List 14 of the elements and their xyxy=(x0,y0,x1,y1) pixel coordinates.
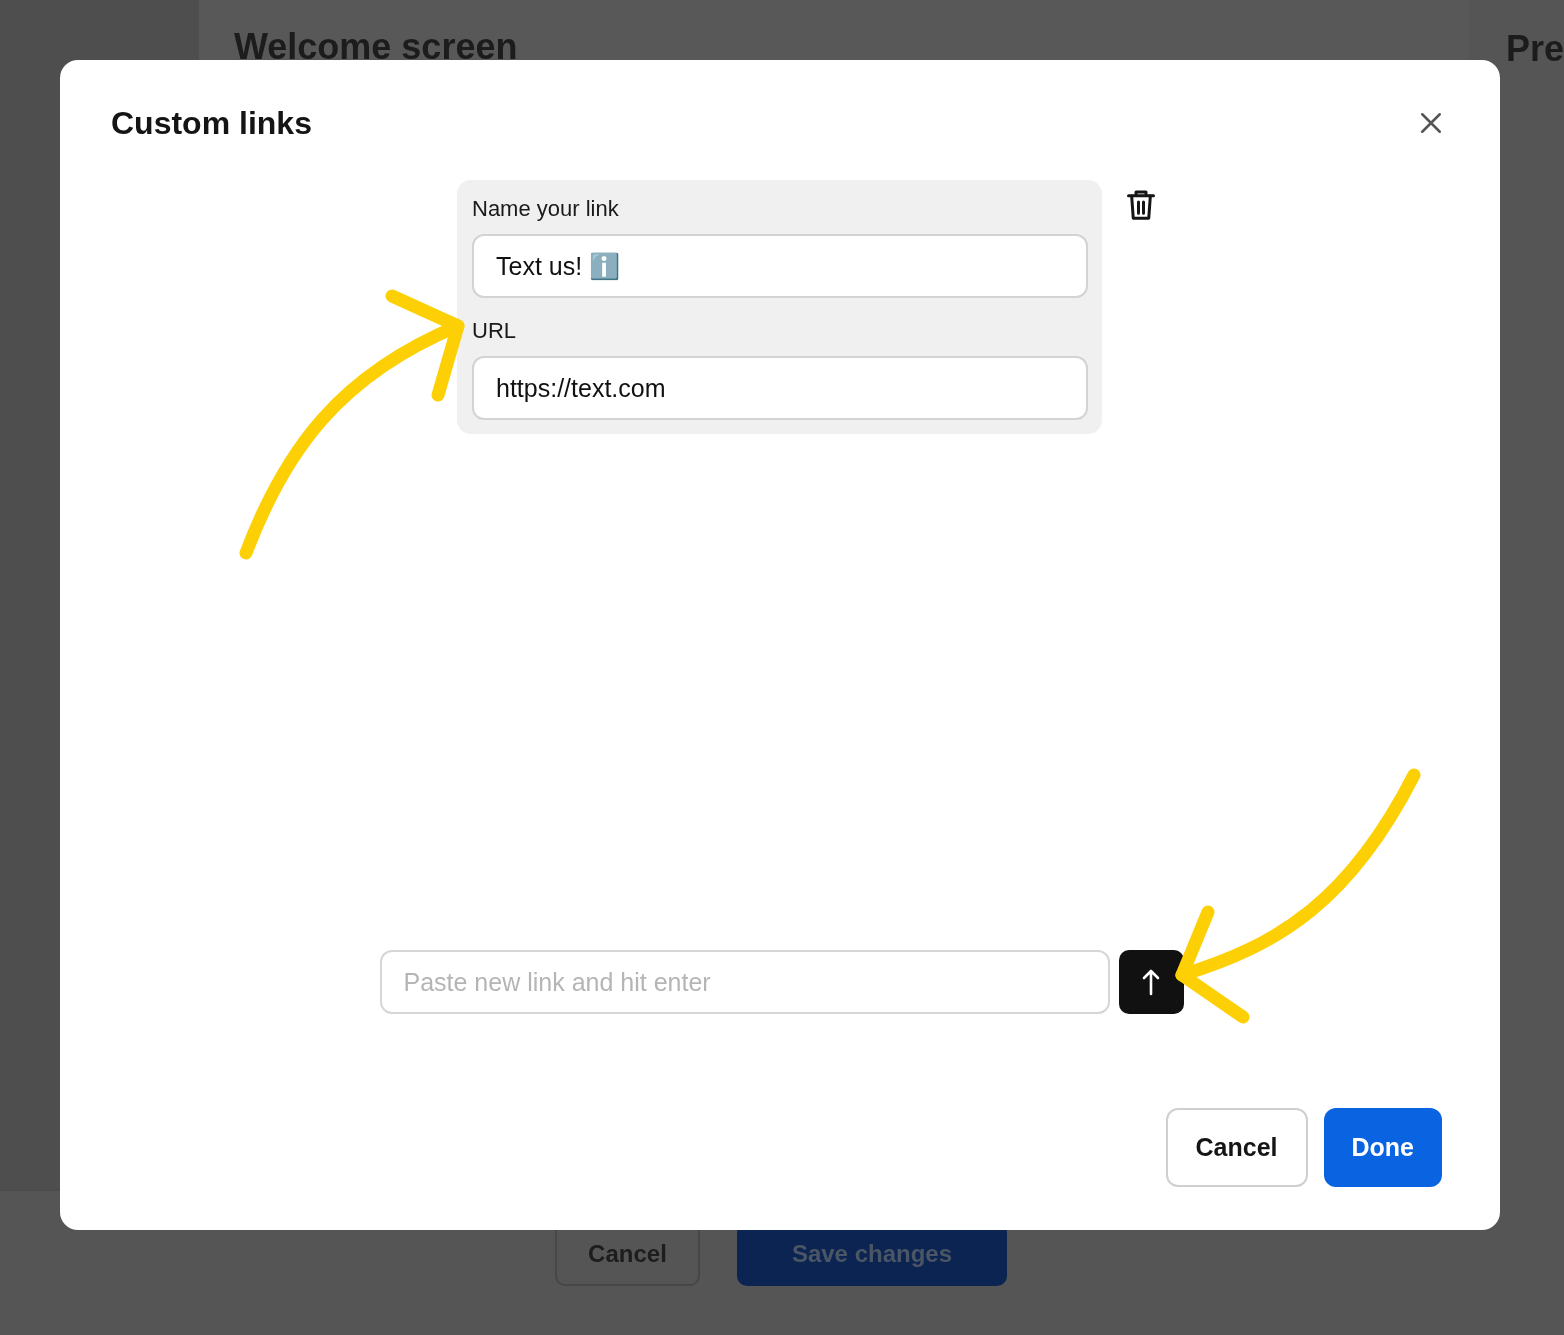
page-heading: Welcome screen xyxy=(232,25,519,68)
field-label: URL xyxy=(472,318,517,344)
cancel-button[interactable]: Cancel xyxy=(1165,1108,1308,1187)
trash-icon xyxy=(1126,188,1156,222)
done-button[interactable]: Done xyxy=(1323,1108,1442,1187)
submit-button[interactable] xyxy=(1118,950,1184,1014)
field-label: Name your link xyxy=(472,196,620,222)
page-heading: Pre xyxy=(1505,28,1564,70)
input-field[interactable]: https://text.com xyxy=(472,356,1088,420)
input-field[interactable]: Text us! ℹ xyxy=(472,234,1088,298)
arrow-up-icon xyxy=(1140,968,1162,996)
new-link-field[interactable]: Paste new link and hit enter xyxy=(379,950,1110,1014)
dialog-title: Custom links xyxy=(111,104,312,142)
delete-button[interactable] xyxy=(1126,188,1156,222)
